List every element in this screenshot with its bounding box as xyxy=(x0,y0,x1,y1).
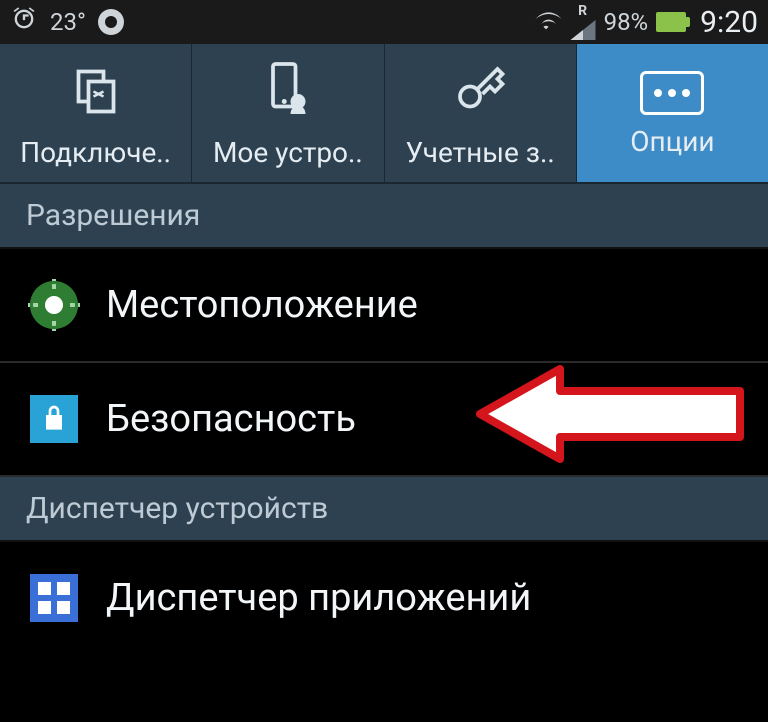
temperature: 23° xyxy=(50,8,86,36)
status-left: 23° xyxy=(10,5,124,39)
item-label: Диспетчер приложений xyxy=(106,576,531,620)
tab-label: Опции xyxy=(630,125,714,158)
status-bar: 23° R 98% 9:20 xyxy=(0,0,768,44)
roaming-indicator: R xyxy=(578,4,587,18)
tab-accounts[interactable]: Учетные з.. xyxy=(385,44,577,182)
tab-options[interactable]: Опции xyxy=(577,44,768,182)
item-label: Местоположение xyxy=(106,283,418,327)
tab-connections[interactable]: Подключе.. xyxy=(0,44,192,182)
lock-icon xyxy=(26,391,82,447)
arrow-annotation xyxy=(470,359,750,479)
device-icon xyxy=(258,59,318,126)
clock: 9:20 xyxy=(700,5,758,40)
status-right: R 98% 9:20 xyxy=(530,4,758,40)
tab-label: Мое устро.. xyxy=(213,136,363,169)
settings-tabs: Подключе.. Мое устро.. Учетные з.. Опции xyxy=(0,44,768,184)
battery-percent: 98% xyxy=(604,8,649,36)
section-title: Диспетчер устройств xyxy=(26,491,328,526)
connections-icon xyxy=(66,59,126,126)
signal-icon: R xyxy=(570,4,596,40)
alarm-icon xyxy=(10,5,38,39)
section-permissions: Разрешения xyxy=(0,184,768,249)
tab-label: Учетные з.. xyxy=(405,136,554,169)
section-title: Разрешения xyxy=(26,198,200,233)
item-label: Безопасность xyxy=(106,397,356,441)
apps-icon xyxy=(26,570,82,626)
item-location[interactable]: Местоположение xyxy=(0,249,768,363)
battery-icon xyxy=(656,12,686,32)
item-security[interactable]: Безопасность xyxy=(0,363,768,477)
item-app-manager[interactable]: Диспетчер приложений xyxy=(0,542,768,654)
section-device-manager: Диспетчер устройств xyxy=(0,477,768,542)
key-icon xyxy=(450,59,510,126)
more-icon xyxy=(640,71,704,115)
location-icon xyxy=(26,277,82,333)
wifi-icon xyxy=(530,6,562,38)
tab-label: Подключе.. xyxy=(20,136,171,169)
record-icon xyxy=(98,9,124,35)
tab-my-device[interactable]: Мое устро.. xyxy=(192,44,384,182)
